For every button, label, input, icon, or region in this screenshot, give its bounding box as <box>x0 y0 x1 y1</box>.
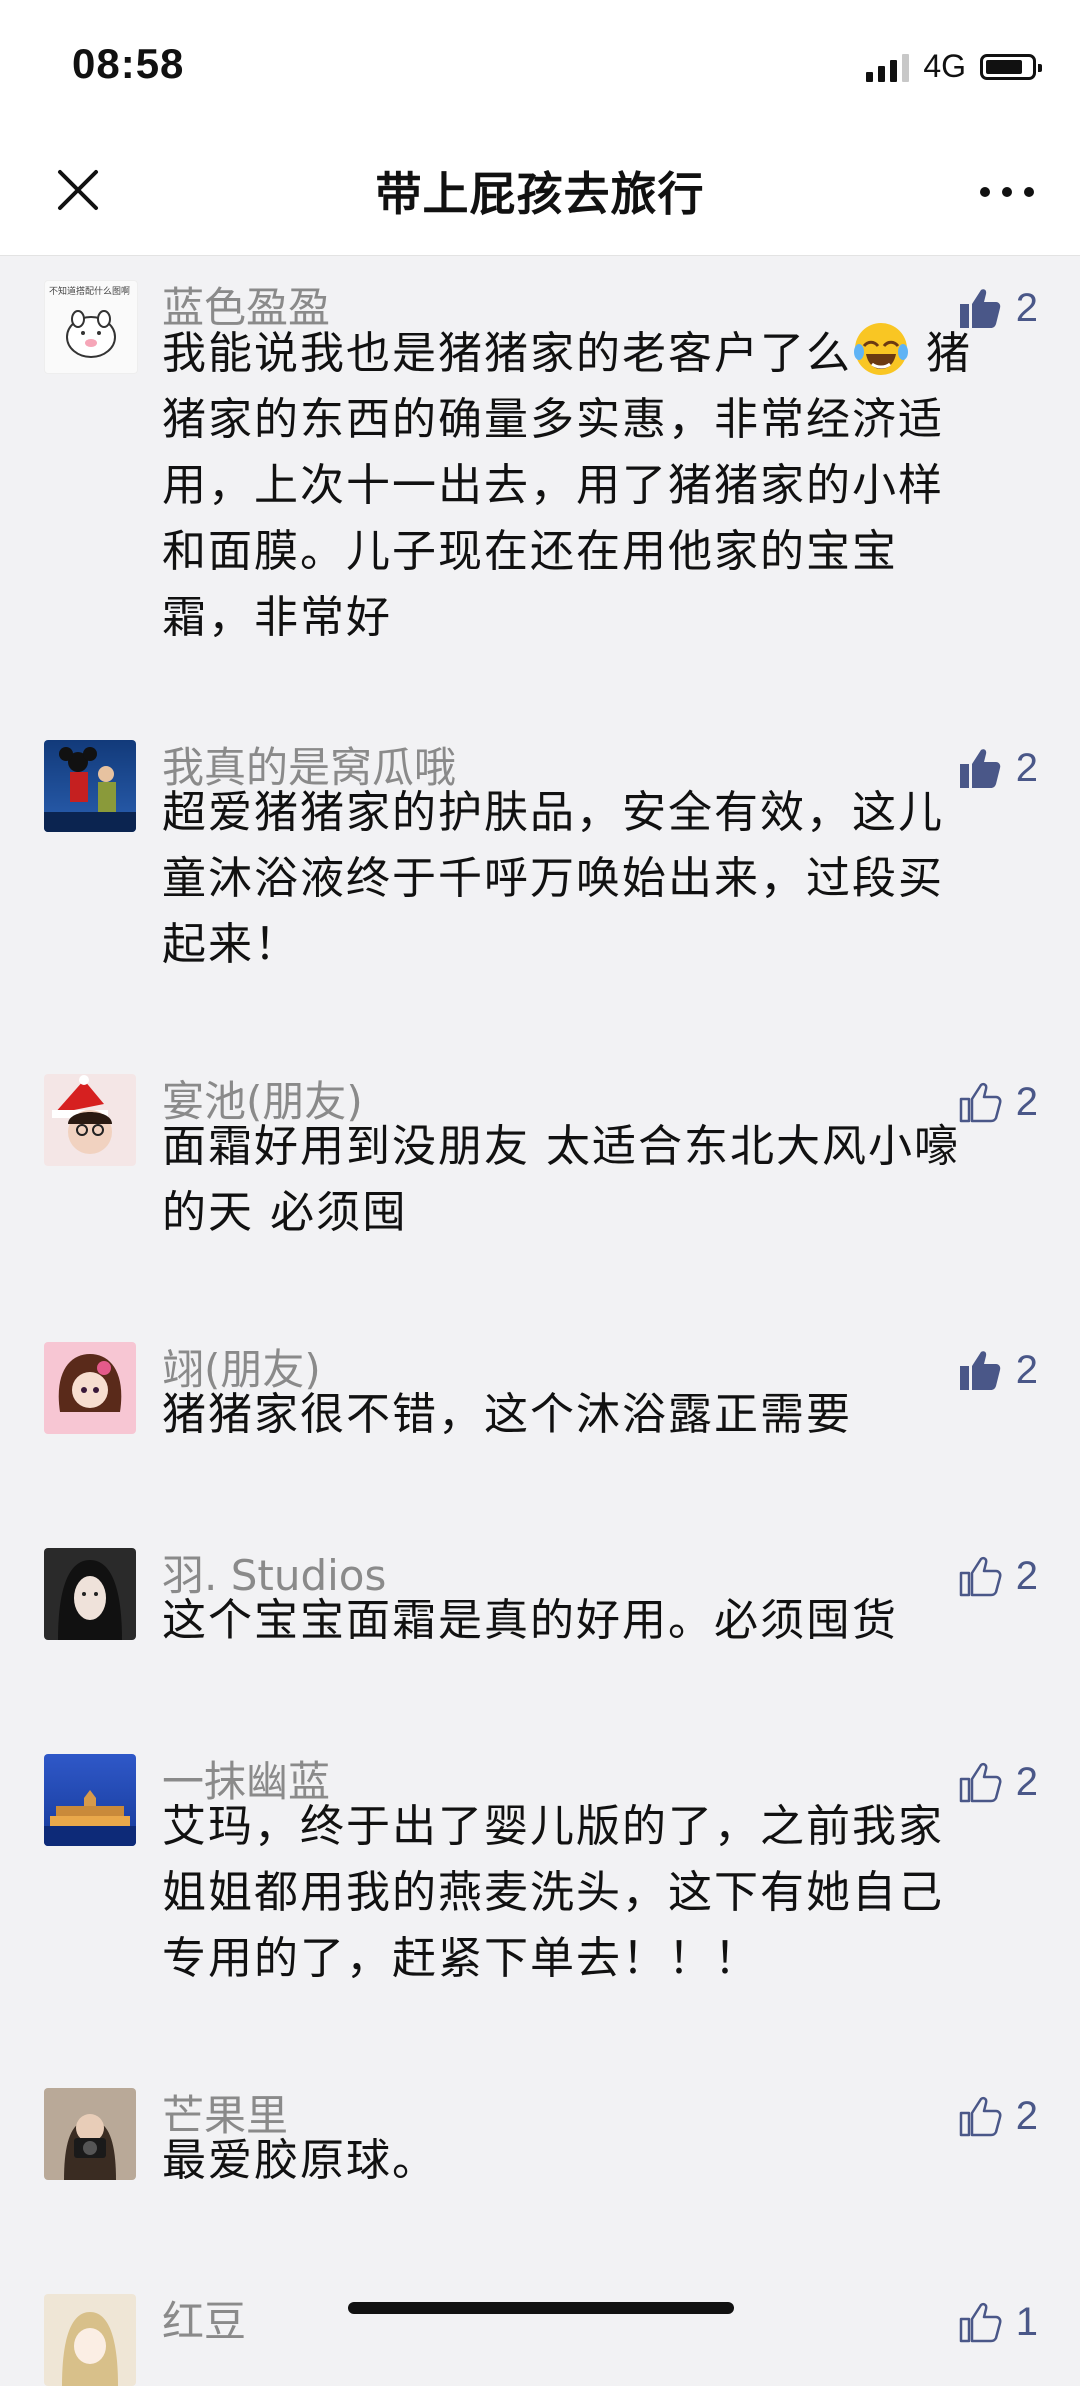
comment-line: 霜，非常好 <box>162 592 392 643</box>
comment-text: 艾玛，终于出了婴儿版的了，之前我家 姐姐都用我的燕麦洗头，这下有她自己 专用的了… <box>162 1794 1022 1992</box>
comment-line: 猪 <box>926 328 972 379</box>
home-indicator[interactable] <box>348 2302 734 2314</box>
comment-line: 我能说我也是猪猪家的老客户了么 <box>162 328 852 379</box>
comment-line: 童沐浴液终于千呼万唤始出来，过段买 <box>162 853 944 904</box>
status-indicators: 4G <box>866 48 1042 85</box>
comment-line: 超爱猪猪家的护肤品，安全有效，这儿 <box>162 787 944 838</box>
comment-line: 最爱胶原球。 <box>162 2135 438 2186</box>
comment-text: 最爱胶原球。 <box>162 2128 1022 2194</box>
comment-text: 这个宝宝面霜是真的好用。必须囤货 <box>162 1588 1022 1654</box>
comment-line: 猪猪家很不错，这个沐浴露正需要 <box>162 1389 852 1440</box>
comment-text: 面霜好用到没朋友 太适合东北大风小嚎 的天 必须囤 <box>162 1114 1022 1246</box>
commenter-name[interactable]: 红豆 <box>162 2288 246 2349</box>
comment-line: 和面膜。儿子现在还在用他家的宝宝 <box>162 526 898 577</box>
comment-text: 我能说我也是猪猪家的老客户了么 猪 猪家的东西的确量多实惠，非常经济适 用，上次… <box>162 320 1022 651</box>
avatar[interactable] <box>44 2294 136 2386</box>
comment-line: 用，上次十一出去，用了猪猪家的小样 <box>162 460 944 511</box>
comment-line: 起来！ <box>162 919 300 970</box>
signal-icon <box>866 52 910 82</box>
thumbs-up-outline-icon <box>959 2302 1002 2343</box>
network-type: 4G <box>923 48 966 84</box>
comment-line: 姐姐都用我的燕麦洗头，这下有她自己 <box>162 1867 944 1918</box>
like-button[interactable]: 1 <box>956 2298 1038 2346</box>
status-bar: 08:58 4G <box>0 0 1080 130</box>
battery-icon <box>980 53 1042 80</box>
comment-line: 面霜好用到没朋友 太适合东北大风小嚎 <box>162 1121 960 1172</box>
more-icon <box>980 187 1034 197</box>
laughing-tears-emoji-icon <box>854 323 908 375</box>
more-button[interactable] <box>972 162 1042 222</box>
avatar[interactable] <box>44 1074 136 1166</box>
comment-line: 的天 必须囤 <box>162 1187 408 1238</box>
comment-line: 艾玛，终于出了婴儿版的了，之前我家 <box>162 1801 944 1852</box>
status-time: 08:58 <box>72 40 185 87</box>
avatar-caption: 不知道搭配什么图啊 <box>49 285 130 297</box>
avatar[interactable] <box>44 1342 136 1434</box>
comment-line: 猪家的东西的确量多实惠，非常经济适 <box>162 394 944 445</box>
avatar[interactable] <box>44 1754 136 1846</box>
avatar[interactable]: 不知道搭配什么图啊 <box>44 280 138 374</box>
comment-line: 专用的了，赶紧下单去！！！ <box>162 1933 760 1984</box>
avatar[interactable] <box>44 2088 136 2180</box>
comment-line: 这个宝宝面霜是真的好用。必须囤货 <box>162 1595 898 1646</box>
comment-text: 猪猪家很不错，这个沐浴露正需要 <box>162 1382 1022 1448</box>
avatar[interactable] <box>44 740 136 832</box>
nav-bar: 带上屁孩去旅行 <box>0 130 1080 256</box>
page-title: 带上屁孩去旅行 <box>375 167 705 221</box>
avatar[interactable] <box>44 1548 136 1640</box>
comment-text: 超爱猪猪家的护肤品，安全有效，这儿 童沐浴液终于千呼万唤始出来，过段买 起来！ <box>162 780 1022 978</box>
